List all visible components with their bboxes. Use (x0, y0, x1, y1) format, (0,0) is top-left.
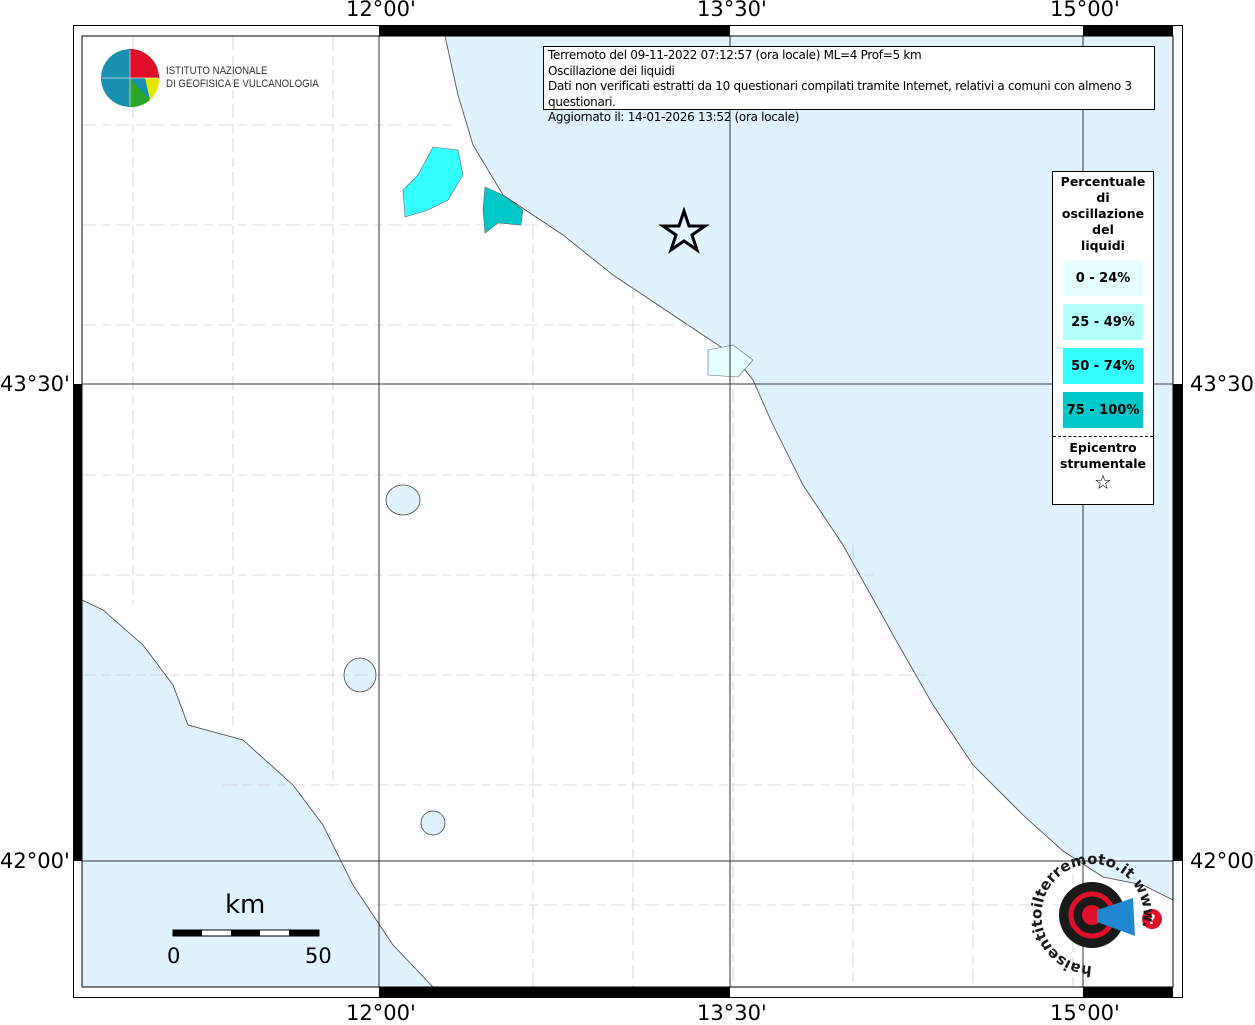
scale-ruler (172, 929, 320, 937)
lat-label-right: 42°00' (1190, 849, 1255, 873)
legend-title: Percentuale di oscillazione del liquidi (1053, 174, 1153, 254)
legend-class: 25 - 49% (1063, 304, 1143, 340)
lon-label-bottom: 15°00' (1050, 1001, 1120, 1025)
legend: Percentuale di oscillazione del liquidi … (1052, 171, 1154, 505)
legend-title-line: di (1096, 190, 1110, 205)
legend-title-line: del (1092, 222, 1114, 237)
hst-logo[interactable]: ? haisentitoilterremoto.it www. (1027, 850, 1173, 980)
scale-unit: km (225, 890, 266, 920)
star-icon: ☆ (1094, 470, 1112, 494)
lon-label-bottom: 13°30' (697, 1001, 767, 1025)
scale-max: 50 (305, 944, 332, 968)
legend-class: 50 - 74% (1063, 348, 1143, 384)
lon-label-top: 12°00' (346, 0, 416, 21)
ingv-line1: ISTITUTO NAZIONALE (166, 65, 268, 77)
legend-epicenter-line: Epicentro (1069, 440, 1137, 455)
info-line: Aggiornato il: 14-01-2026 13:52 (ora loc… (548, 110, 800, 124)
map[interactable] (73, 25, 1183, 998)
lon-label-bottom: 12°00' (346, 1001, 416, 1025)
lon-label-top: 15°00' (1050, 0, 1120, 21)
legend-class: 0 - 24% (1063, 260, 1143, 296)
ingv-line2: DI GEOFISICA E VULCANOLOGIA (166, 78, 319, 90)
scale-bar: km 0 50 (165, 890, 335, 970)
globe-icon (101, 49, 160, 108)
lat-label-right: 43°30' (1190, 372, 1255, 396)
info-line: Oscillazione dei liquidi (548, 63, 675, 78)
legend-title-line: liquidi (1081, 238, 1125, 253)
legend-title-line: oscillazione (1061, 206, 1145, 221)
legend-epicenter: Epicentro strumentale ☆ (1053, 436, 1153, 494)
info-line: Dati non verificati estratti da 10 quest… (548, 79, 1132, 109)
lon-label-top: 13°30' (697, 0, 767, 21)
hst-logo-graphic: ? haisentitoilterremoto.it www. (1027, 850, 1162, 980)
lat-label-left: 42°00' (0, 849, 70, 873)
lat-label-left: 43°30' (0, 372, 70, 396)
legend-title-line: Percentuale (1060, 174, 1146, 189)
info-box: Terremoto del 09-11-2022 07:12:57 (ora l… (543, 46, 1155, 124)
legend-class: 75 - 100% (1063, 392, 1143, 428)
info-line: Terremoto del 09-11-2022 07:12:57 (ora l… (548, 48, 922, 62)
ingv-logo: ISTITUTO NAZIONALE DI GEOFISICA E VULCANO… (100, 48, 340, 108)
scale-min: 0 (167, 944, 181, 968)
